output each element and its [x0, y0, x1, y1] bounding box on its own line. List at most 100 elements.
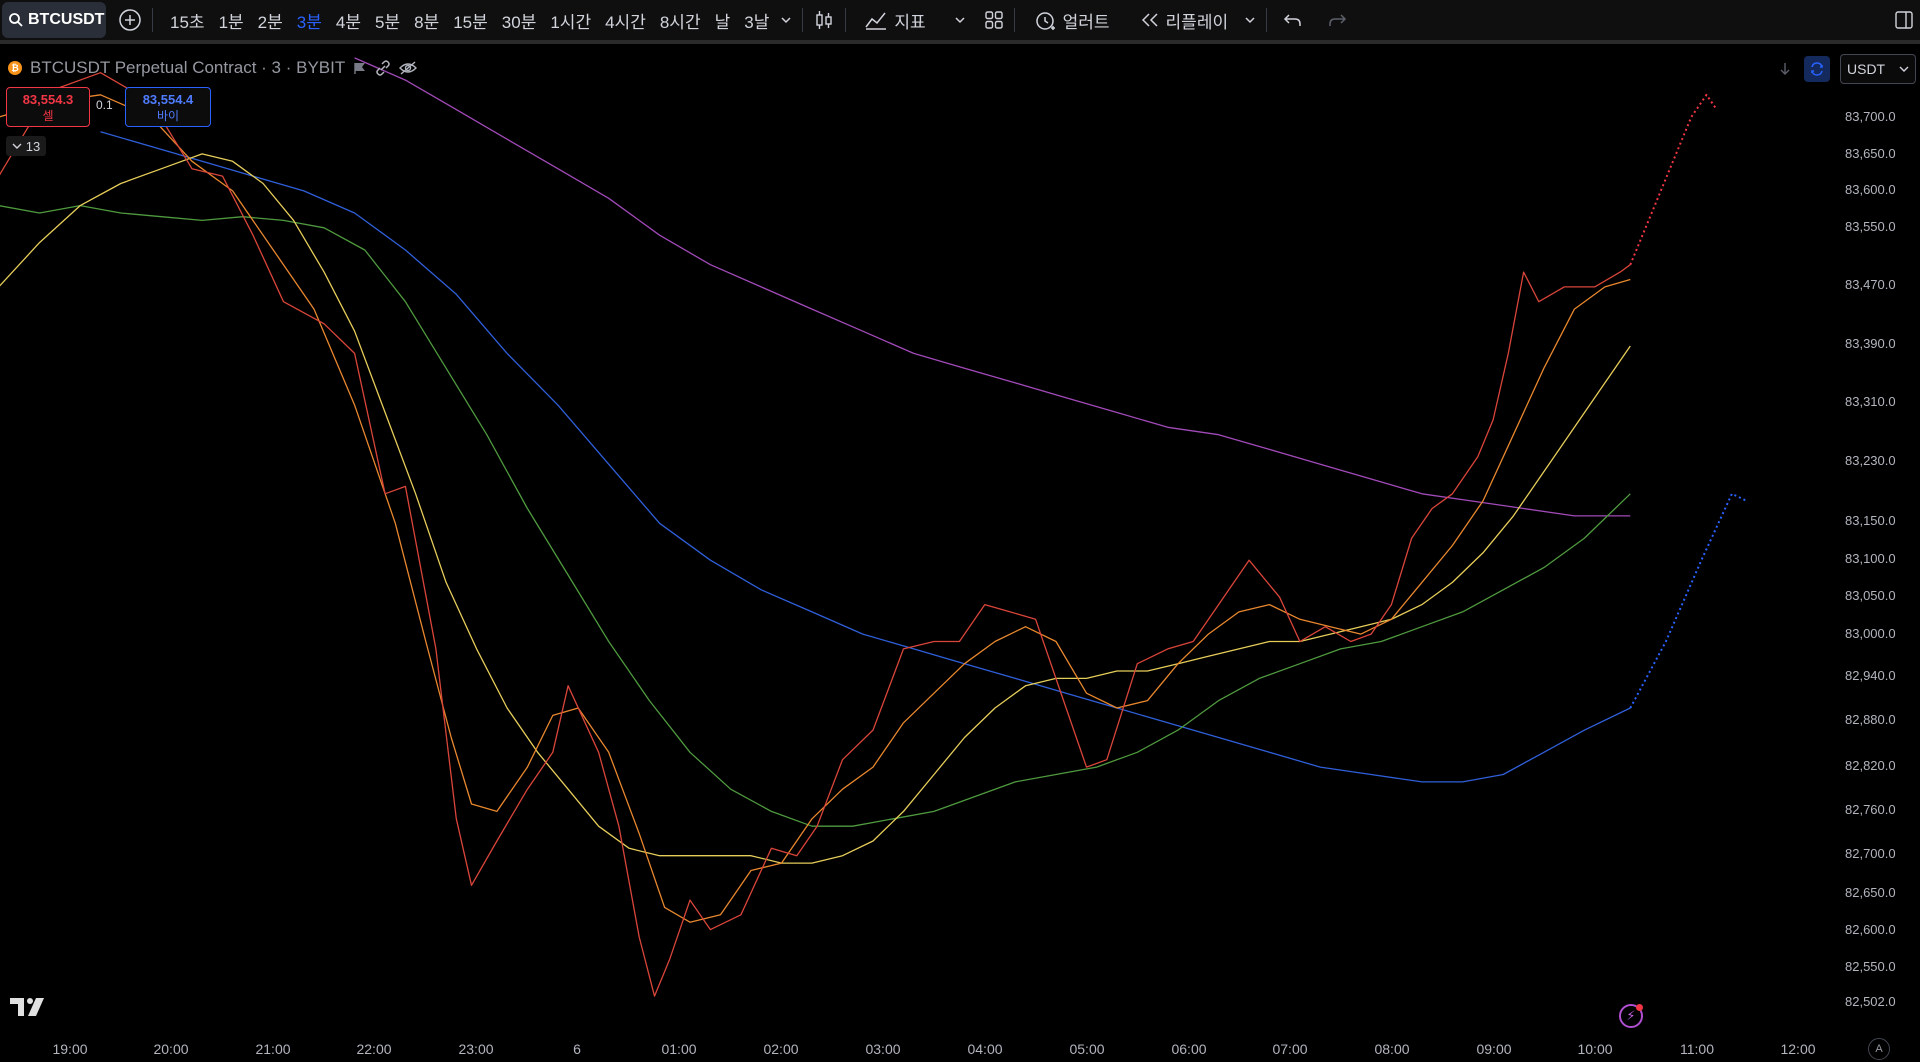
time-tick-label: 06:00	[1171, 1041, 1207, 1057]
indicators-button[interactable]: 지표	[856, 8, 933, 33]
price-tick-label: 83,310.0	[1845, 394, 1896, 409]
search-icon	[8, 12, 24, 28]
buy-price: 83,554.4	[142, 92, 194, 107]
price-tick-label: 82,502.0	[1845, 994, 1896, 1009]
sell-button[interactable]: 83,554.3 셀	[6, 87, 90, 127]
price-tick-label: 83,650.0	[1845, 146, 1896, 161]
sell-label: 셀	[42, 109, 54, 123]
price-tick-label: 82,600.0	[1845, 922, 1896, 937]
price-chart[interactable]	[0, 48, 1920, 1036]
interval-6[interactable]: 8분	[407, 8, 446, 33]
moving-average-line-2[interactable]	[0, 153, 1631, 864]
chevron-down-icon	[12, 141, 22, 151]
price-tick-label: 83,390.0	[1845, 336, 1896, 351]
templates-grid-icon[interactable]	[984, 10, 1004, 30]
notification-dot	[1636, 1004, 1643, 1011]
divider	[845, 8, 847, 32]
time-tick-label: 02:00	[763, 1041, 799, 1057]
sync-button[interactable]	[1804, 56, 1830, 82]
price-tick-label: 83,470.0	[1845, 277, 1896, 292]
chevron-down-icon[interactable]	[1244, 14, 1256, 26]
indicators-collapse-toggle[interactable]: 13	[6, 136, 46, 156]
projection-line-1[interactable]	[1629, 492, 1748, 709]
time-tick-label: 21:00	[255, 1041, 291, 1057]
hide-eye-icon[interactable]	[399, 61, 418, 75]
time-tick-label: 04:00	[967, 1041, 1003, 1057]
time-tick-label: 19:00	[52, 1041, 88, 1057]
interval-5[interactable]: 5분	[368, 8, 407, 33]
layout-panel-icon[interactable]	[1894, 10, 1914, 30]
chart-canvas[interactable]	[0, 48, 1920, 1036]
interval-9[interactable]: 1시간	[543, 8, 598, 33]
add-symbol-icon[interactable]	[118, 8, 142, 32]
symbol-label: BTCUSDT	[28, 11, 105, 28]
price-tick-label: 83,550.0	[1845, 219, 1896, 234]
time-tick-label: 22:00	[356, 1041, 392, 1057]
buy-button[interactable]: 83,554.4 바이	[125, 87, 211, 127]
chevron-down-icon[interactable]	[780, 14, 792, 26]
price-tick-label: 82,550.0	[1845, 959, 1896, 974]
interval-7[interactable]: 15분	[446, 8, 495, 33]
auto-scale-button[interactable]: A	[1868, 1038, 1890, 1060]
redo-icon[interactable]	[1327, 11, 1347, 29]
buy-label: 바이	[156, 109, 180, 123]
interval-12[interactable]: 날	[708, 8, 738, 33]
time-tick-label: 10:00	[1577, 1041, 1613, 1057]
time-tick-label: 20:00	[153, 1041, 189, 1057]
bitcoin-icon: ₿	[8, 61, 22, 75]
time-tick-label: 08:00	[1374, 1041, 1410, 1057]
price-tick-label: 82,820.0	[1845, 758, 1896, 773]
time-tick-label: 01:00	[661, 1041, 697, 1057]
price-tick-label: 83,700.0	[1845, 109, 1896, 124]
divider	[1266, 8, 1268, 32]
replay-button[interactable]: 리플레이	[1132, 8, 1237, 33]
sync-icon	[1809, 61, 1825, 77]
moving-average-line-4[interactable]	[100, 131, 1631, 783]
spread-value: 0.1	[96, 98, 113, 112]
chart-legend: ₿ BTCUSDT Perpetual Contract · 3 · BYBIT	[8, 58, 418, 78]
alert-button[interactable]: 얼러트	[1025, 8, 1118, 33]
flag-icon[interactable]	[353, 61, 367, 75]
interval-10[interactable]: 4시간	[598, 8, 653, 33]
price-tick-label: 83,000.0	[1845, 626, 1896, 641]
link-icon[interactable]	[375, 60, 391, 76]
projection-line-0[interactable]	[1629, 93, 1718, 266]
interval-13[interactable]: 3날	[737, 8, 776, 33]
interval-11[interactable]: 8시간	[653, 8, 708, 33]
interval-1[interactable]: 1분	[212, 8, 251, 33]
top-toolbar: BTCUSDT 15초 1분 2분 3분 4분 5분 8분 15분 30분 1시간 4시간 8시간 날 3…	[0, 0, 1920, 44]
time-tick-label: 6	[573, 1041, 581, 1057]
interval-8[interactable]: 30분	[495, 8, 544, 33]
price-tick-label: 82,880.0	[1845, 712, 1896, 727]
chevron-down-icon[interactable]	[954, 14, 966, 26]
time-tick-label: 23:00	[458, 1041, 494, 1057]
time-tick-label: 03:00	[865, 1041, 901, 1057]
interval-2[interactable]: 2분	[251, 8, 290, 33]
interval-0[interactable]: 15초	[163, 8, 212, 33]
arrow-down-icon	[1779, 62, 1791, 76]
legend-title: BTCUSDT Perpetual Contract · 3 · BYBIT	[30, 58, 346, 77]
price-tick-label: 82,940.0	[1845, 668, 1896, 683]
currency-select[interactable]: USDT	[1840, 54, 1916, 84]
price-tick-label: 83,600.0	[1845, 182, 1896, 197]
divider	[152, 8, 153, 32]
chevron-down-icon	[1899, 64, 1909, 74]
moving-average-line-3[interactable]	[0, 204, 1631, 827]
interval-4[interactable]: 4분	[329, 8, 368, 33]
time-tick-label: 09:00	[1476, 1041, 1512, 1057]
alert-label: 얼러트	[1062, 12, 1110, 32]
currency-label: USDT	[1847, 61, 1886, 77]
candles-icon[interactable]	[813, 9, 835, 31]
moving-average-line-5[interactable]	[354, 57, 1631, 517]
undo-icon[interactable]	[1283, 11, 1303, 29]
scroll-down-button[interactable]	[1772, 56, 1798, 82]
price-tick-label: 83,100.0	[1845, 551, 1896, 566]
indicators-icon	[864, 9, 888, 31]
interval-3[interactable]: 3분	[290, 8, 329, 33]
tradingview-logo[interactable]	[10, 996, 50, 1024]
symbol-search-button[interactable]: BTCUSDT	[2, 2, 106, 38]
time-tick-label: 11:00	[1680, 1041, 1714, 1057]
price-tick-label: 82,650.0	[1845, 885, 1896, 900]
moving-average-line-0[interactable]	[0, 72, 1631, 997]
divider	[1013, 8, 1015, 32]
